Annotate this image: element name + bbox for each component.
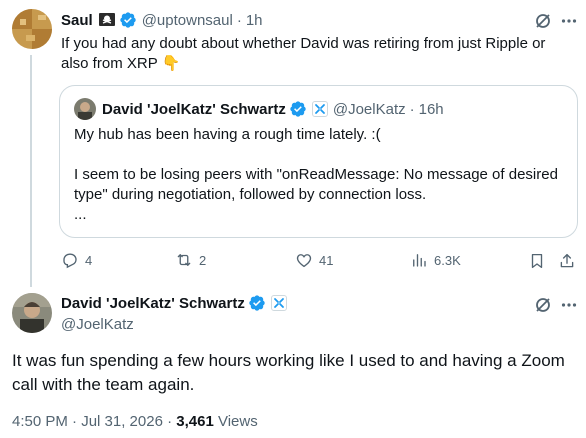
quote-timestamp: 16h — [418, 100, 444, 118]
author-name[interactable]: Saul — [61, 12, 93, 29]
views-button[interactable]: 6.3K — [410, 251, 461, 269]
quote-header: David 'JoelKatz' Schwartz @JoelKatz · 16… — [102, 99, 444, 119]
views-label: Views — [213, 413, 258, 430]
avatar-quote-joelkatz — [74, 98, 96, 120]
tweet1-header: Saul @uptownsaul · 1h — [61, 10, 263, 30]
avatar-joelkatz[interactable] — [12, 293, 52, 333]
grok-icon[interactable] — [533, 11, 553, 31]
affiliate-badge-icon — [311, 101, 328, 117]
verified-badge-icon — [119, 11, 137, 29]
retweet-icon — [177, 254, 191, 266]
like-icon — [296, 254, 312, 268]
views-icon — [413, 254, 426, 267]
tweet2-text: It was fun spending a few hours working … — [12, 351, 565, 394]
verified-badge-icon — [289, 100, 307, 118]
bookmark-icon[interactable] — [527, 251, 547, 271]
tweet1-line1: If you had any doubt about whether David… — [61, 35, 546, 52]
reply-icon — [63, 253, 77, 269]
author-handle[interactable]: @JoelKatz — [61, 316, 134, 333]
avatar-saul[interactable] — [12, 9, 52, 49]
quote-line3: type" during negotiation, followed by co… — [74, 186, 427, 203]
pirate-flag-icon — [98, 11, 116, 29]
tweet2-handle-row: @JoelKatz — [61, 314, 134, 334]
tweet1-line2: also from XRP — [61, 55, 158, 72]
verified-badge-icon — [248, 294, 266, 312]
more-icon[interactable] — [559, 11, 579, 31]
reply-count: 4 — [85, 252, 93, 268]
author-name[interactable]: David 'JoelKatz' Schwartz — [61, 295, 245, 312]
quote-blank-line — [74, 145, 574, 165]
separator-dot: · — [236, 11, 242, 29]
view-count: 3,461 — [176, 413, 214, 430]
quote-line1: My hub has been having a rough time late… — [74, 126, 381, 143]
separator-dot: · — [409, 100, 415, 118]
reply-button[interactable]: 4 — [61, 251, 92, 269]
tweet1-line2-wrap: also from XRP 👇 — [61, 54, 581, 74]
retweet-count: 2 — [199, 252, 207, 268]
like-count: 41 — [319, 252, 334, 268]
affiliate-badge-icon[interactable] — [270, 295, 287, 311]
tweet2-header: David 'JoelKatz' Schwartz — [61, 293, 287, 313]
author-handle[interactable]: @uptownsaul — [142, 12, 233, 29]
tweet-metadata: 4:50 PM · Jul 31, 2026 · 3,461 Views — [12, 413, 258, 430]
thread-connector-line — [30, 55, 32, 287]
tweet1-text: If you had any doubt about whether David… — [61, 34, 581, 74]
grok-icon[interactable] — [533, 295, 553, 315]
post-datetime[interactable]: 4:50 PM · Jul 31, 2026 · — [12, 413, 176, 430]
pointing-down-emoji: 👇 — [161, 55, 181, 72]
like-button[interactable]: 41 — [295, 251, 333, 269]
quote-line2: I seem to be losing peers with "onReadMe… — [74, 166, 558, 183]
quote-author-name: David 'JoelKatz' Schwartz — [102, 100, 286, 118]
quote-ellipsis: ... — [74, 206, 87, 223]
quote-author-handle: @JoelKatz — [332, 100, 406, 118]
retweet-button[interactable]: 2 — [175, 251, 206, 269]
more-icon[interactable] — [559, 295, 579, 315]
views-count: 6.3K — [434, 252, 461, 268]
share-icon[interactable] — [557, 251, 577, 271]
quote-text: My hub has been having a rough time late… — [74, 125, 574, 225]
timestamp[interactable]: 1h — [246, 12, 263, 29]
